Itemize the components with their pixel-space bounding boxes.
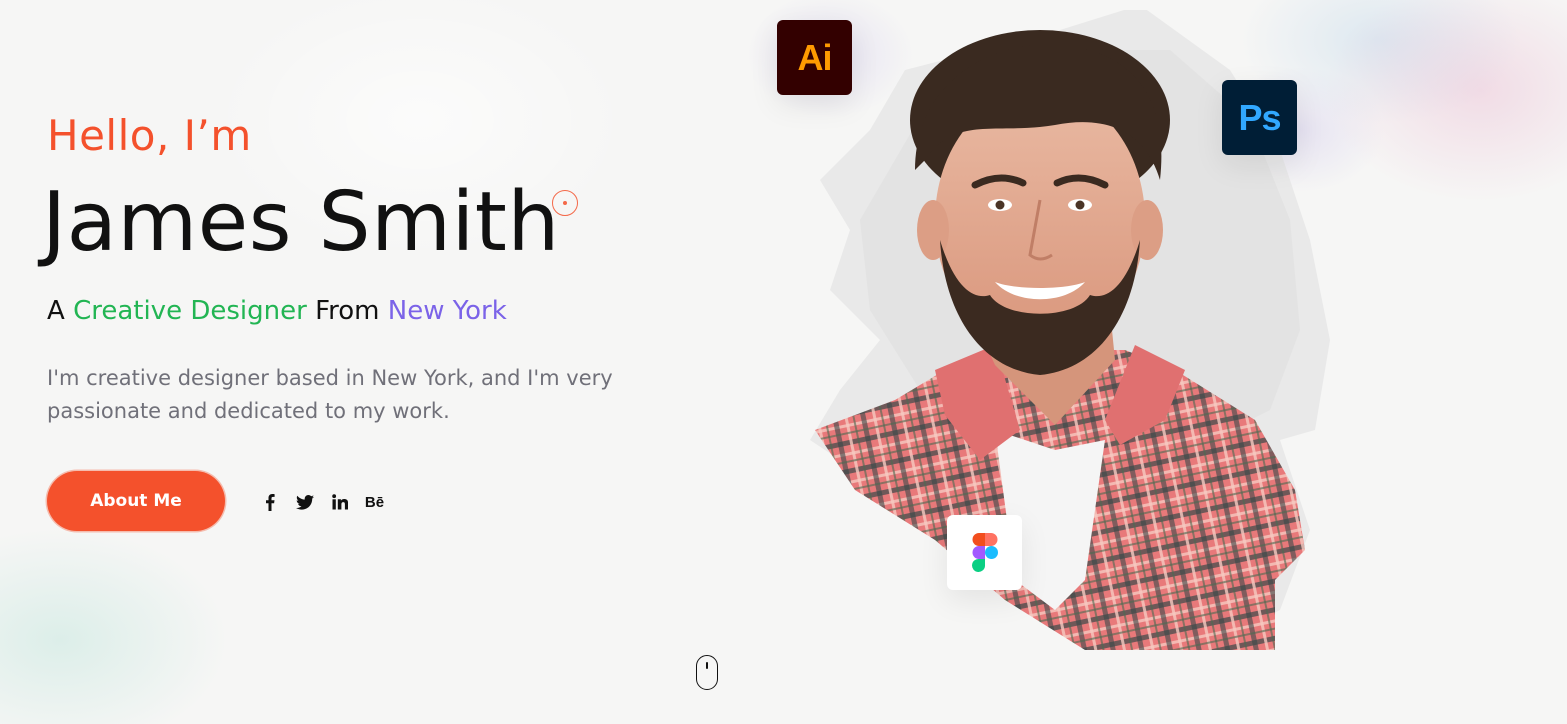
social-links: Bē [252,490,392,514]
tagline-middle: From [315,296,380,326]
tagline-city: New York [387,296,507,326]
tagline-prefix: A [47,296,65,326]
hero-bio: I'm creative designer based in New York,… [47,366,613,423]
photoshop-icon: Ps [1238,96,1281,138]
linkedin-icon [331,494,348,510]
about-me-button[interactable]: About Me [47,471,225,531]
facebook-link[interactable] [252,490,287,514]
hero-tagline: A Creative Designer From New York [47,294,507,328]
behance-link[interactable]: Bē [357,490,392,514]
tagline-role: Creative Designer [73,296,307,326]
photoshop-badge: Ps [1222,80,1297,155]
figma-icon [971,532,998,572]
linkedin-link[interactable] [322,490,357,514]
greeting: Hello, I’m [47,111,252,160]
behance-icon: Bē [364,493,385,511]
target-circle-icon [552,190,578,216]
twitter-icon [295,494,314,510]
facebook-icon [265,493,275,511]
scroll-mouse-icon[interactable] [696,655,718,690]
illustrator-badge: Ai [777,20,852,95]
figma-badge [947,515,1022,590]
hero-name: James Smith [42,175,560,270]
twitter-link[interactable] [287,490,322,514]
illustrator-icon: Ai [797,36,833,78]
